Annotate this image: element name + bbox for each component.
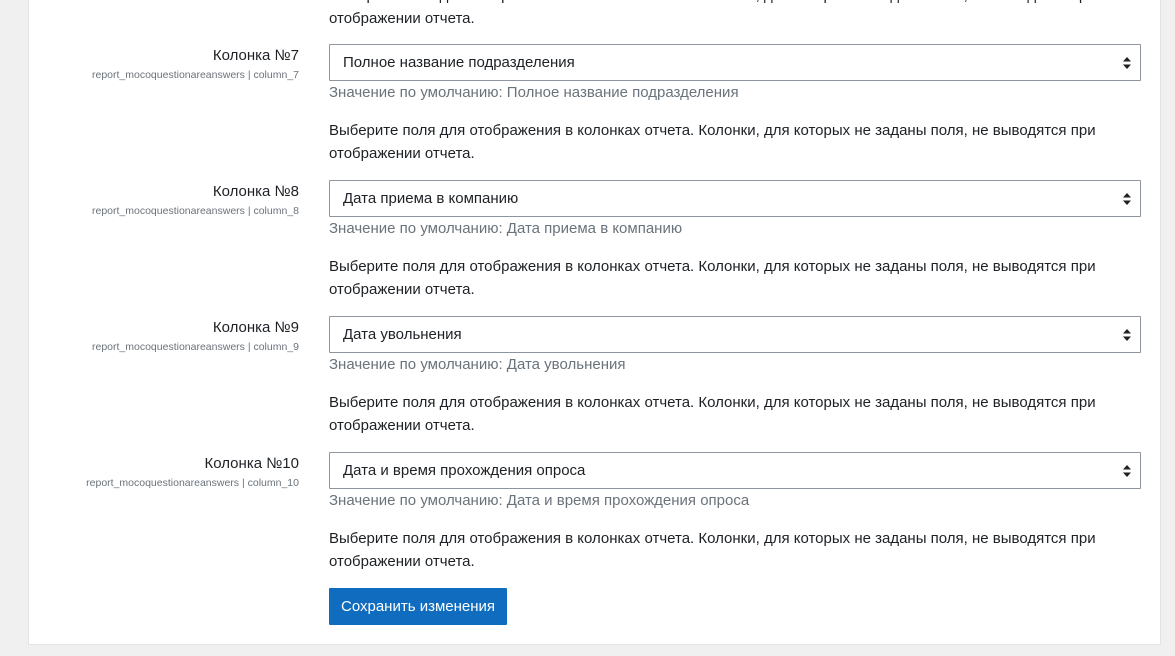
select-arrows-icon [1114, 181, 1140, 216]
setting-description-column-6: Выберите поля для отображения в колонках… [329, 0, 1096, 27]
select-arrows-icon [1114, 45, 1140, 80]
column-9-select-value: Дата увольнения [343, 326, 462, 343]
save-changes-button[interactable]: Сохранить изменения [329, 588, 507, 625]
column-8-select[interactable]: Дата приема в компанию [329, 180, 1141, 217]
column-8-description: Выберите поля для отображения в колонках… [329, 258, 1096, 298]
column-10-description: Выберите поля для отображения в колонках… [329, 530, 1096, 570]
column-7-select[interactable]: Полное название подразделения [329, 44, 1141, 81]
setting-label-column-9: Колонка №9 [212, 319, 299, 336]
column-7-description: Выберите поля для отображения в колонках… [329, 122, 1096, 162]
setting-label-column-7: Колонка №7 [212, 47, 299, 64]
setting-label-column-10: Колонка №10 [204, 455, 299, 472]
setting-key-column-8: report_mocoquestionareanswers | column_8 [91, 205, 299, 217]
setting-key-column-10: report_mocoquestionareanswers | column_1… [86, 477, 299, 489]
column-9-description: Выберите поля для отображения в колонках… [329, 394, 1096, 434]
column-9-default: Значение по умолчанию: Дата увольнения [329, 356, 626, 373]
setting-key-column-7: report_mocoquestionareanswers | column_7 [91, 69, 299, 81]
column-7-default: Значение по умолчанию: Полное название п… [329, 84, 739, 101]
select-arrows-icon [1114, 453, 1140, 488]
setting-label-column-8: Колонка №8 [212, 183, 299, 200]
column-10-default: Значение по умолчанию: Дата и время прох… [329, 492, 750, 509]
column-10-select[interactable]: Дата и время прохождения опроса [329, 452, 1141, 489]
column-8-select-value: Дата приема в компанию [343, 190, 519, 207]
column-7-select-value: Полное название подразделения [343, 54, 575, 71]
setting-key-column-9: report_mocoquestionareanswers | column_9 [91, 341, 299, 353]
column-8-default: Значение по умолчанию: Дата приема в ком… [329, 220, 683, 237]
column-10-select-value: Дата и время прохождения опроса [343, 462, 586, 479]
column-9-select[interactable]: Дата увольнения [329, 316, 1141, 353]
select-arrows-icon [1114, 317, 1140, 352]
